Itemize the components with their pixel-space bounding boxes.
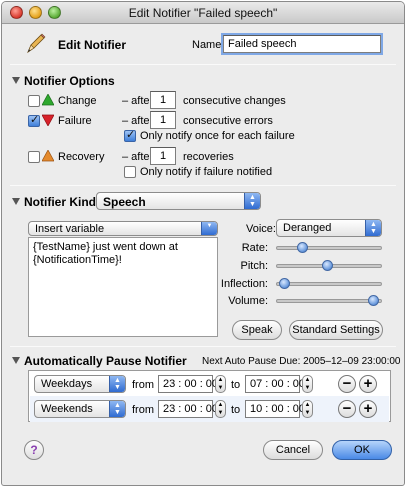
to-time-field[interactable]: 10 : 00 : 00 <box>245 400 305 418</box>
notify-once-label: Only notify once for each failure <box>140 130 295 142</box>
disclosure-triangle-icon[interactable] <box>12 357 20 364</box>
add-row-button[interactable]: + <box>359 400 377 418</box>
slider-knob[interactable] <box>321 260 333 271</box>
popup-arrows-icon: ▲ ▼ <box>365 220 381 236</box>
divider <box>10 64 396 65</box>
recovery-count-field[interactable]: 1 <box>150 147 176 165</box>
popup-arrows-icon: ▲ ▼ <box>109 376 125 392</box>
divider <box>10 346 396 347</box>
name-label: Name: <box>192 39 225 51</box>
divider <box>10 185 396 186</box>
voice-value: Deranged <box>283 222 332 234</box>
add-row-button[interactable]: + <box>359 375 377 393</box>
slider-track[interactable] <box>276 282 382 286</box>
failure-after-label: – after <box>122 115 154 127</box>
voice-label: Voice: <box>246 223 276 235</box>
page-title: Edit Notifier <box>58 38 126 52</box>
slider-track[interactable] <box>276 299 382 303</box>
voice-popup[interactable]: Deranged ▲ ▼ <box>276 219 382 237</box>
from-time-stepper[interactable]: ▲ ▼ <box>215 375 226 393</box>
notifier-name-field[interactable]: Failed speech <box>223 35 381 53</box>
slider-track[interactable] <box>276 246 382 250</box>
slider-label: Volume: <box>228 295 268 307</box>
failure-count-field[interactable]: 1 <box>150 111 176 129</box>
popup-arrows-icon: ▼ <box>201 222 217 235</box>
from-time-field[interactable]: 23 : 00 : 00 <box>158 375 218 393</box>
recovery-checkbox[interactable] <box>28 151 40 163</box>
change-label: Change <box>58 95 97 107</box>
speak-button[interactable]: Speak <box>232 320 282 340</box>
to-label: to <box>231 379 241 391</box>
from-time-field[interactable]: 23 : 00 : 00 <box>158 400 218 418</box>
notifier-kind-value: Speech <box>103 195 146 209</box>
slider-label: Rate: <box>241 242 268 254</box>
change-suffix-label: consecutive changes <box>183 95 286 107</box>
edit-notifier-window: Edit Notifier "Failed speech" Edit Notif… <box>1 1 405 486</box>
slider-knob[interactable] <box>278 278 290 289</box>
red-down-triangle-icon <box>41 114 55 127</box>
recovery-suffix-label: recoveries <box>183 151 234 163</box>
green-up-triangle-icon <box>41 93 55 106</box>
to-time-stepper[interactable]: ▲ ▼ <box>302 400 313 418</box>
orange-up-triangle-icon <box>41 149 55 162</box>
notifier-kind-title: Notifier Kind: <box>24 195 100 209</box>
from-label: from <box>132 404 154 416</box>
from-time-stepper[interactable]: ▲ ▼ <box>215 400 226 418</box>
disclosure-triangle-icon[interactable] <box>12 198 20 205</box>
failure-suffix-label: consecutive errors <box>183 115 273 127</box>
window-title: Edit Notifier "Failed speech" <box>128 6 278 20</box>
disclosure-triangle-icon[interactable] <box>12 77 20 84</box>
pause-days-value: Weekdays <box>41 378 93 390</box>
recovery-after-label: – after <box>122 151 154 163</box>
from-label: from <box>132 379 154 391</box>
pause-days-popup[interactable]: Weekdays ▲ ▼ <box>34 375 126 393</box>
failure-checkbox[interactable]: ✓ <box>28 114 40 127</box>
slider-label: Pitch: <box>240 260 268 272</box>
pencil-icon <box>24 32 46 54</box>
popup-arrows-icon: ▲ ▼ <box>109 401 125 417</box>
popup-arrows-icon: ▲ ▼ <box>244 193 260 209</box>
insert-variable-popup[interactable]: Insert variable ▼ <box>28 221 218 236</box>
pause-days-value: Weekends <box>41 403 93 415</box>
to-time-field[interactable]: 07 : 00 : 00 <box>245 375 305 393</box>
remove-row-button[interactable]: − <box>338 400 356 418</box>
remove-row-button[interactable]: − <box>338 375 356 393</box>
to-label: to <box>231 404 241 416</box>
change-checkbox[interactable] <box>28 95 40 107</box>
pause-days-popup[interactable]: Weekends ▲ ▼ <box>34 400 126 418</box>
help-button[interactable]: ? <box>24 440 44 460</box>
slider-knob[interactable] <box>368 295 380 306</box>
standard-settings-button[interactable]: Standard Settings <box>289 320 383 340</box>
notifier-kind-popup[interactable]: Speech ▲ ▼ <box>96 192 261 210</box>
message-text-area[interactable]: {TestName} just went down at {Notificati… <box>28 237 218 337</box>
failure-label: Failure <box>58 115 92 127</box>
change-count-field[interactable]: 1 <box>150 91 176 109</box>
recovery-label: Recovery <box>58 151 105 163</box>
change-after-label: – after <box>122 95 154 107</box>
cancel-button[interactable]: Cancel <box>263 440 323 460</box>
notify-if-failure-label: Only notify if failure notified <box>140 166 273 178</box>
slider-knob[interactable] <box>296 242 308 253</box>
slider-label: Inflection: <box>220 278 268 290</box>
ok-button[interactable]: OK <box>332 440 392 460</box>
next-auto-pause-label: Next Auto Pause Due: 2005–12–09 23:00:00 <box>202 356 401 367</box>
notify-once-checkbox[interactable]: ✓ <box>124 129 136 142</box>
title-bar: Edit Notifier "Failed speech" <box>2 2 404 24</box>
to-time-stepper[interactable]: ▲ ▼ <box>302 375 313 393</box>
notifier-options-title: Notifier Options <box>24 74 115 88</box>
insert-variable-label: Insert variable <box>35 223 105 235</box>
auto-pause-title: Automatically Pause Notifier <box>24 354 187 368</box>
notify-if-failure-checkbox[interactable] <box>124 166 136 178</box>
